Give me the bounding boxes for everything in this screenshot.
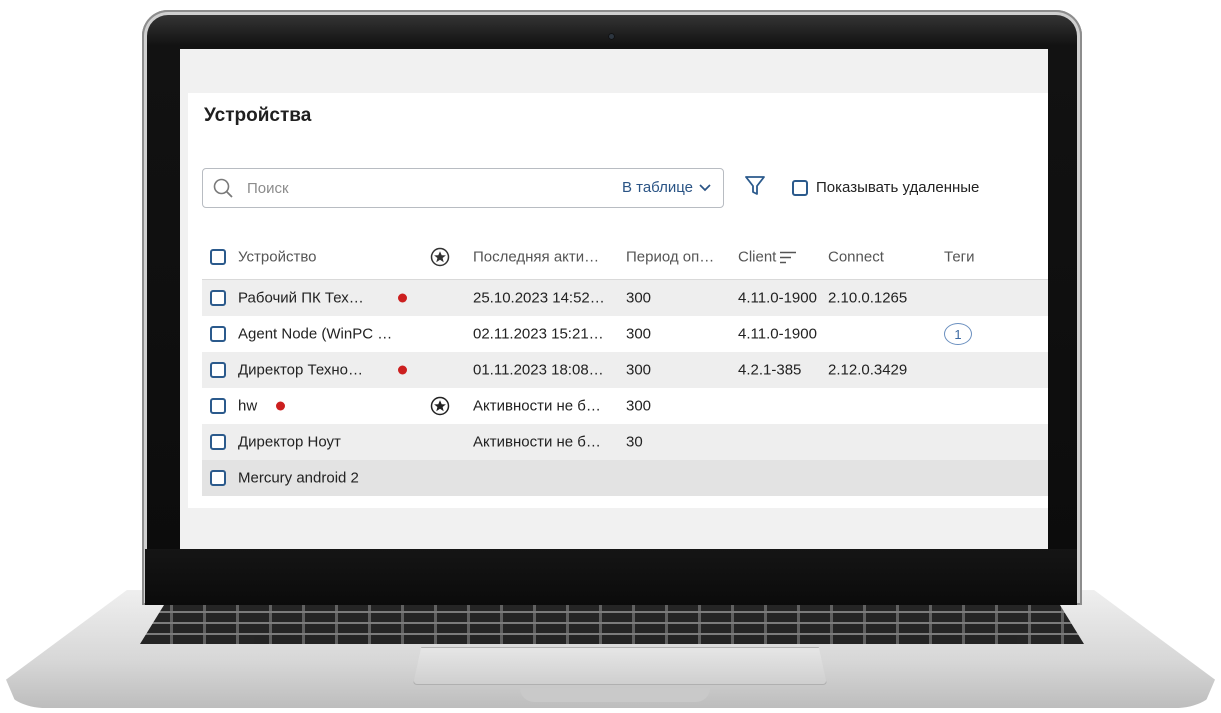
search-scope-label: В таблице xyxy=(621,179,693,196)
devices-page: Устройства В таблице Показывать удаленны… xyxy=(188,93,1048,508)
row-checkbox[interactable] xyxy=(210,362,226,378)
search-icon xyxy=(213,178,233,198)
connect-cell: 2.10.0.1265 xyxy=(828,289,908,307)
table-row[interactable]: Рабочий ПК Тех… 25.10.2023 14:52… 300 4.… xyxy=(202,280,1048,316)
device-name[interactable]: Mercury android 2 xyxy=(238,470,359,487)
period-cell: 30 xyxy=(626,433,643,451)
row-checkbox[interactable] xyxy=(210,398,226,414)
last-activity-cell: Активности не б… xyxy=(473,397,601,415)
show-deleted-checkbox[interactable] xyxy=(792,179,808,196)
last-activity-cell: Активности не б… xyxy=(473,433,601,451)
column-header-client[interactable]: Client xyxy=(738,248,797,266)
row-checkbox[interactable] xyxy=(210,290,226,306)
status-dot-icon xyxy=(398,293,407,303)
search-scope-dropdown[interactable]: В таблице xyxy=(622,179,711,196)
device-name[interactable]: Agent Node (WinPC … xyxy=(238,326,392,343)
camera-icon xyxy=(608,33,615,40)
search-box[interactable]: В таблице xyxy=(202,168,724,208)
filter-icon[interactable] xyxy=(744,175,766,197)
star-column-icon[interactable] xyxy=(430,247,450,267)
period-cell: 300 xyxy=(626,361,652,379)
period-cell: 300 xyxy=(626,289,652,307)
row-checkbox[interactable] xyxy=(210,326,226,342)
column-header-client-label: Client xyxy=(738,248,777,266)
device-name[interactable]: Рабочий ПК Тех… xyxy=(238,290,364,307)
tag-count-badge[interactable]: 1 xyxy=(944,323,972,345)
show-deleted-label: Показывать удаленные xyxy=(816,179,980,196)
last-activity-cell: 25.10.2023 14:52… xyxy=(473,289,605,307)
sort-icon[interactable] xyxy=(780,251,797,263)
column-header-tags[interactable]: Теги xyxy=(944,249,975,266)
column-header-period[interactable]: Период оп… xyxy=(626,249,714,266)
search-input[interactable] xyxy=(247,177,577,199)
table-header: Устройство Последняя акти… Период оп… Cl… xyxy=(202,235,1048,280)
show-deleted-toggle[interactable]: Показывать удаленные xyxy=(792,179,979,196)
period-cell: 300 xyxy=(626,325,652,343)
table-row[interactable]: Mercury android 2 xyxy=(202,460,1048,496)
last-activity-cell: 01.11.2023 18:08… xyxy=(473,361,604,379)
row-checkbox[interactable] xyxy=(210,434,226,450)
device-name[interactable]: Директор Техно… xyxy=(238,362,363,379)
column-header-last-activity[interactable]: Последняя акти… xyxy=(473,249,599,266)
table-row[interactable]: hw Активности не б… 300 xyxy=(202,388,1048,424)
last-activity-cell: 02.11.2023 15:21… xyxy=(473,325,604,343)
star-icon[interactable] xyxy=(430,396,450,416)
table-row[interactable]: Директор Техно… 01.11.2023 18:08… 300 4.… xyxy=(202,352,1048,388)
client-cell: 4.11.0-1900 xyxy=(738,325,817,343)
devices-table: Устройство Последняя акти… Период оп… Cl… xyxy=(202,235,1048,496)
device-name[interactable]: Директор Ноут xyxy=(238,434,341,451)
chevron-down-icon xyxy=(699,183,711,191)
client-cell: 4.2.1-385 xyxy=(738,361,802,379)
table-row[interactable]: Директор Ноут Активности не б… 30 xyxy=(202,424,1048,460)
page-title: Устройства xyxy=(204,105,312,126)
connect-cell: 2.12.0.3429 xyxy=(828,361,908,379)
laptop-lip xyxy=(520,688,710,702)
client-cell: 4.11.0-1900 xyxy=(738,289,817,307)
status-dot-icon xyxy=(398,365,407,375)
laptop-chin xyxy=(145,549,1077,605)
column-header-connect[interactable]: Connect xyxy=(828,249,884,266)
table-row[interactable]: Agent Node (WinPC … 02.11.2023 15:21… 30… xyxy=(202,316,1048,352)
laptop-trackpad xyxy=(413,647,827,685)
column-header-device[interactable]: Устройство xyxy=(238,249,316,266)
screen: Устройства В таблице Показывать удаленны… xyxy=(180,49,1048,549)
select-all-checkbox[interactable] xyxy=(210,249,226,265)
period-cell: 300 xyxy=(626,397,652,415)
status-dot-icon xyxy=(276,401,285,411)
device-name[interactable]: hw xyxy=(238,398,257,415)
row-checkbox[interactable] xyxy=(210,470,226,486)
